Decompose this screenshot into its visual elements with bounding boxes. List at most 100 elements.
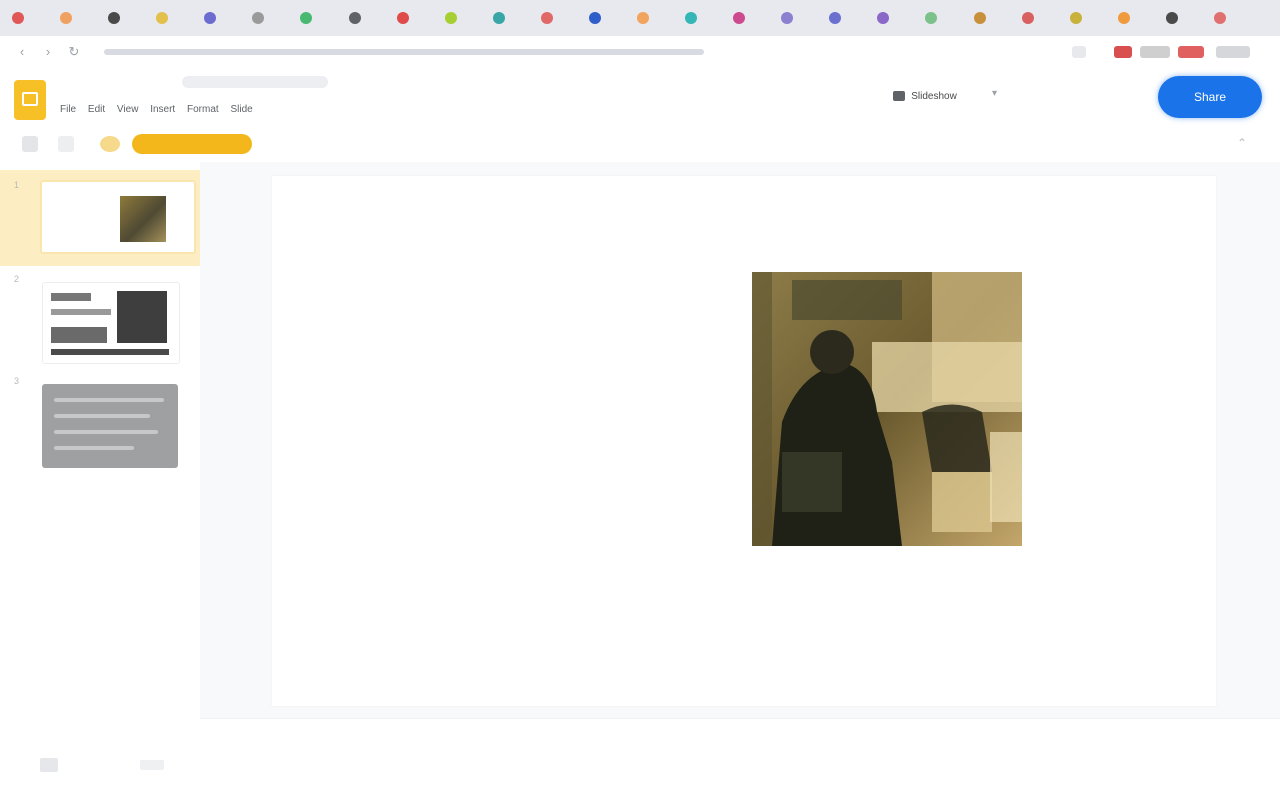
title-actions[interactable] xyxy=(182,76,328,88)
forward-arrow-icon: › xyxy=(45,44,51,59)
forward-button[interactable]: › xyxy=(40,44,56,60)
tab-favicon-icon xyxy=(1021,12,1034,24)
tab-favicon-icon xyxy=(348,12,361,24)
tab-favicon-icon xyxy=(637,12,649,24)
browser-tab[interactable] xyxy=(1162,9,1204,27)
browser-tab-strip xyxy=(0,0,1280,36)
current-slide[interactable] xyxy=(272,176,1216,706)
browser-toolbar: ‹ › ↻ xyxy=(0,36,1280,69)
browser-tab[interactable] xyxy=(585,9,627,27)
browser-tab[interactable] xyxy=(393,9,435,27)
share-button[interactable]: Share xyxy=(1158,76,1262,118)
thumbnail-text xyxy=(51,349,169,355)
bookmark-star-icon[interactable] xyxy=(1072,46,1086,58)
tab-favicon-icon xyxy=(1165,12,1178,24)
browser-tab[interactable] xyxy=(56,9,98,27)
tab-favicon-icon xyxy=(733,12,746,24)
menu-format[interactable]: Format xyxy=(187,104,219,115)
browser-tab[interactable] xyxy=(8,9,50,27)
tab-favicon-icon xyxy=(685,12,698,24)
browser-tab[interactable] xyxy=(681,9,723,27)
extension-icon[interactable] xyxy=(1178,46,1204,58)
chevron-down-icon[interactable]: ▾ xyxy=(992,88,1004,99)
tab-favicon-icon xyxy=(108,12,121,24)
filmstrip-zoom-control[interactable] xyxy=(140,760,164,770)
editor-toolbar: ⌃ xyxy=(0,126,1280,162)
speaker-notes[interactable] xyxy=(200,718,1280,791)
tab-favicon-icon xyxy=(877,12,890,24)
painting-image[interactable] xyxy=(752,272,1022,546)
browser-tab[interactable] xyxy=(633,9,675,27)
tab-favicon-icon xyxy=(492,12,505,24)
browser-tab[interactable] xyxy=(200,9,242,27)
browser-tab[interactable] xyxy=(825,9,867,27)
thumbnail-text xyxy=(51,293,91,301)
slide-thumbnail-row[interactable]: 1 xyxy=(0,170,200,266)
slide-canvas xyxy=(200,162,1280,791)
browser-tab[interactable] xyxy=(537,9,579,27)
browser-tab[interactable] xyxy=(248,9,290,27)
extension-icon[interactable] xyxy=(1114,46,1132,58)
browser-tab[interactable] xyxy=(489,9,531,27)
tab-favicon-icon xyxy=(588,12,601,24)
browser-tab[interactable] xyxy=(345,9,387,27)
browser-tab[interactable] xyxy=(1018,9,1060,27)
reload-button[interactable]: ↻ xyxy=(66,44,82,60)
tab-favicon-icon xyxy=(925,12,938,24)
new-slide-icon[interactable] xyxy=(22,136,38,152)
toolbar-chip[interactable] xyxy=(132,134,252,154)
address-bar[interactable] xyxy=(96,42,1056,62)
slideshow-label: Slideshow xyxy=(911,91,957,102)
present-button[interactable] xyxy=(1014,86,1136,108)
browser-tab[interactable] xyxy=(1210,9,1252,27)
slide-thumbnail[interactable] xyxy=(42,384,178,468)
browser-tab[interactable] xyxy=(152,9,194,27)
reload-icon: ↻ xyxy=(68,44,80,59)
profile-menu-icon[interactable] xyxy=(1216,46,1250,58)
extension-icon[interactable] xyxy=(1140,46,1170,58)
tab-favicon-icon xyxy=(1117,12,1130,24)
slides-logo-icon[interactable] xyxy=(14,80,46,120)
url-text xyxy=(104,49,704,55)
browser-tab[interactable] xyxy=(1114,9,1156,27)
back-arrow-icon: ‹ xyxy=(19,44,25,59)
browser-tab[interactable] xyxy=(104,9,146,27)
back-button[interactable]: ‹ xyxy=(14,44,30,60)
slide-number: 3 xyxy=(14,376,20,386)
thumbnail-image xyxy=(117,291,167,343)
browser-tab[interactable] xyxy=(1066,9,1108,27)
tab-favicon-icon xyxy=(444,12,457,24)
browser-tab[interactable] xyxy=(296,9,338,27)
collapse-toolbar-icon[interactable]: ⌃ xyxy=(1234,136,1250,150)
thumbnail-text xyxy=(54,446,134,450)
slide-number: 2 xyxy=(14,274,20,284)
menu-file[interactable]: File xyxy=(60,104,76,115)
menu-insert[interactable]: Insert xyxy=(150,104,175,115)
tab-favicon-icon xyxy=(204,12,217,24)
slideshow-button[interactable]: Slideshow xyxy=(866,86,984,108)
theme-icon[interactable] xyxy=(100,136,120,152)
slide-thumbnail[interactable] xyxy=(40,180,196,254)
tab-favicon-icon xyxy=(156,12,169,24)
tab-favicon-icon xyxy=(1213,12,1226,24)
undo-icon[interactable] xyxy=(58,136,74,152)
browser-tab[interactable] xyxy=(970,9,1012,27)
app-header: File Edit View Insert Format Slide Slide… xyxy=(0,68,1280,126)
thumbnail-text xyxy=(54,414,150,418)
grid-view-icon[interactable] xyxy=(40,758,58,772)
tab-favicon-icon xyxy=(829,12,842,24)
slide-thumbnail[interactable] xyxy=(42,282,180,364)
menu-view[interactable]: View xyxy=(117,104,139,115)
thumbnail-text xyxy=(54,398,164,402)
browser-tab[interactable] xyxy=(873,9,915,27)
thumbnail-text xyxy=(51,309,111,315)
browser-tab[interactable] xyxy=(777,9,819,27)
menu-bar: File Edit View Insert Format Slide xyxy=(60,104,262,115)
menu-edit[interactable]: Edit xyxy=(88,104,105,115)
tab-favicon-icon xyxy=(300,12,313,24)
browser-tab[interactable] xyxy=(729,9,771,27)
browser-tab[interactable] xyxy=(921,9,963,27)
slideshow-icon xyxy=(893,91,906,102)
menu-slide[interactable]: Slide xyxy=(230,104,252,115)
browser-tab[interactable] xyxy=(441,9,483,27)
